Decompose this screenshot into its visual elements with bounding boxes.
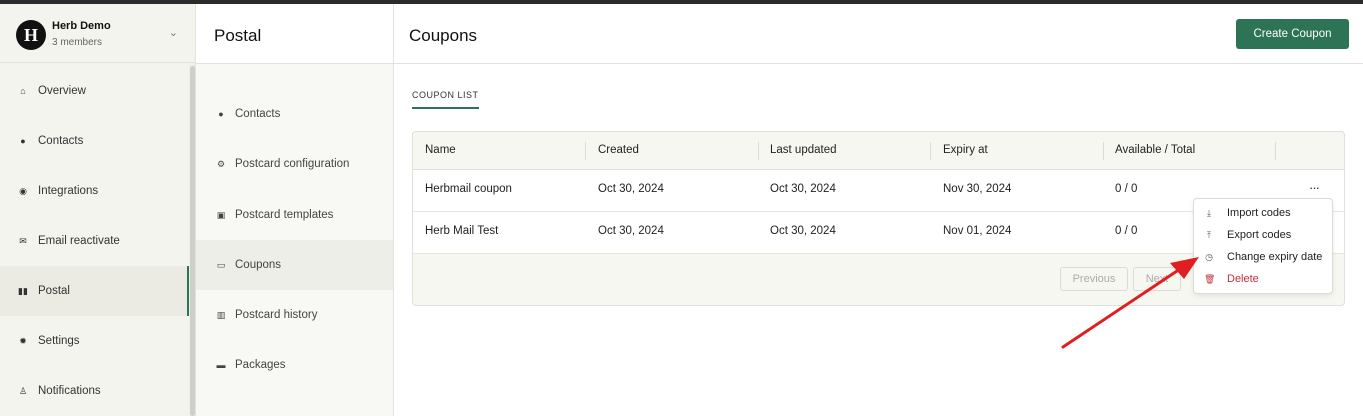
subnav-item-postcard-history[interactable]: ▥ Postcard history	[196, 290, 393, 340]
bell-icon: ♙	[18, 386, 28, 396]
org-logo: H	[16, 20, 46, 50]
email-icon: ✉	[19, 236, 27, 246]
row-actions-menu: ⤓ Import codes ⤒ Export codes ◷ Change e…	[1193, 198, 1333, 294]
calendar-icon: ◷	[1205, 252, 1213, 262]
subnav-item-packages[interactable]: ▬ Packages	[196, 340, 393, 390]
sidebar-item-label: Email reactivate	[38, 235, 120, 247]
column-divider	[1103, 142, 1104, 160]
sidebar-item-email-reactivate[interactable]: ✉ Email reactivate	[0, 216, 189, 266]
column-divider	[758, 142, 759, 160]
export-icon: ⤒	[1207, 230, 1211, 240]
cell-updated: Oct 30, 2024	[770, 225, 836, 237]
postal-header: Postal	[196, 4, 393, 64]
history-icon: ▥	[216, 310, 226, 320]
sidebar: H Herb Demo 3 members ⌄ ⌂ Overview ● Con…	[0, 4, 196, 416]
subnav-item-label: Postcard templates	[235, 209, 334, 221]
sidebar-item-label: Notifications	[38, 385, 101, 397]
cell-available: 0 / 0	[1115, 183, 1138, 195]
create-coupon-button[interactable]: Create Coupon	[1236, 19, 1349, 49]
column-divider	[930, 142, 931, 160]
cell-name: Herbmail coupon	[425, 183, 512, 195]
postal-icon: ▮▮	[18, 286, 28, 296]
org-name: Herb Demo	[52, 20, 111, 32]
subnav-item-coupons[interactable]: ▭ Coupons	[196, 240, 393, 290]
menu-item-label: Export codes	[1227, 229, 1292, 241]
column-header-created[interactable]: Created	[598, 144, 639, 156]
sidebar-item-label: Contacts	[38, 135, 84, 147]
postal-subnav: Postal ● Contacts ⚙ Postcard configurati…	[196, 4, 394, 416]
next-button[interactable]: Next	[1133, 267, 1181, 291]
sidebar-item-postal[interactable]: ▮▮ Postal	[0, 266, 189, 316]
import-icon: ⤓	[1207, 208, 1211, 218]
menu-item-label: Change expiry date	[1227, 251, 1323, 263]
subnav-item-contacts[interactable]: ● Contacts	[196, 89, 393, 139]
cell-expiry: Nov 01, 2024	[943, 225, 1012, 237]
page-header: Coupons Create Coupon	[394, 4, 1363, 64]
cell-name: Herb Mail Test	[425, 225, 499, 237]
subnav-item-label: Contacts	[235, 108, 281, 120]
column-divider	[1275, 142, 1276, 160]
sidebar-item-settings[interactable]: ✹ Settings	[0, 316, 189, 366]
column-header-name[interactable]: Name	[425, 144, 456, 156]
subnav-item-label: Postcard history	[235, 309, 318, 321]
menu-item-export-codes[interactable]: ⤒ Export codes	[1194, 224, 1332, 246]
tab-coupon-list[interactable]: COUPON LIST	[412, 90, 479, 109]
divider	[0, 62, 195, 63]
sidebar-item-label: Postal	[38, 285, 70, 297]
sidebar-item-label: Overview	[38, 85, 86, 97]
cell-available: 0 / 0	[1115, 225, 1138, 237]
person-icon: ●	[20, 136, 26, 146]
template-icon: ▣	[216, 210, 226, 220]
subnav-item-postcard-templates[interactable]: ▣ Postcard templates	[196, 190, 393, 240]
sidebar-item-overview[interactable]: ⌂ Overview	[0, 66, 189, 116]
cell-updated: Oct 30, 2024	[770, 183, 836, 195]
postcard-config-icon: ⚙	[216, 159, 226, 169]
column-header-last-updated[interactable]: Last updated	[770, 144, 837, 156]
trash-icon: 🗑	[1204, 274, 1216, 284]
postal-title: Postal	[214, 26, 262, 45]
coupon-icon: ▭	[216, 260, 226, 270]
subnav-item-label: Postcard configuration	[235, 158, 350, 170]
org-switcher[interactable]: H Herb Demo 3 members ⌄	[16, 18, 186, 58]
menu-item-change-expiry-date[interactable]: ◷ Change expiry date	[1194, 246, 1332, 268]
column-divider	[585, 142, 586, 160]
sidebar-item-contacts[interactable]: ● Contacts	[0, 116, 189, 166]
person-icon: ●	[218, 109, 224, 119]
column-header-expiry[interactable]: Expiry at	[943, 144, 988, 156]
cell-created: Oct 30, 2024	[598, 183, 664, 195]
sidebar-item-label: Integrations	[38, 185, 99, 197]
org-members: 3 members	[52, 37, 103, 48]
more-options-icon[interactable]: ···	[1309, 180, 1320, 195]
cell-created: Oct 30, 2024	[598, 225, 664, 237]
subnav-item-postcard-configuration[interactable]: ⚙ Postcard configuration	[196, 139, 393, 189]
menu-item-label: Import codes	[1227, 207, 1291, 219]
menu-item-label: Delete	[1227, 273, 1259, 285]
package-icon: ▬	[216, 360, 226, 370]
gear-icon: ✹	[19, 336, 27, 346]
page-title: Coupons	[409, 26, 478, 45]
menu-item-delete[interactable]: 🗑 Delete	[1194, 268, 1332, 290]
menu-item-import-codes[interactable]: ⤓ Import codes	[1194, 202, 1332, 224]
home-icon: ⌂	[20, 86, 26, 96]
previous-button[interactable]: Previous	[1060, 267, 1128, 291]
subnav-item-label: Coupons	[235, 259, 282, 271]
sidebar-item-label: Settings	[38, 335, 80, 347]
scrollbar-thumb[interactable]	[190, 66, 195, 416]
table-header: Name Created Last updated Expiry at Avai…	[413, 132, 1344, 170]
sidebar-item-notifications[interactable]: ♙ Notifications	[0, 366, 189, 416]
subnav-item-label: Packages	[235, 359, 286, 371]
sidebar-item-integrations[interactable]: ◉ Integrations	[0, 166, 189, 216]
column-header-available[interactable]: Available / Total	[1115, 144, 1195, 156]
cell-expiry: Nov 30, 2024	[943, 183, 1012, 195]
integrations-icon: ◉	[19, 186, 27, 196]
chevron-down-icon[interactable]: ⌄	[169, 26, 178, 39]
